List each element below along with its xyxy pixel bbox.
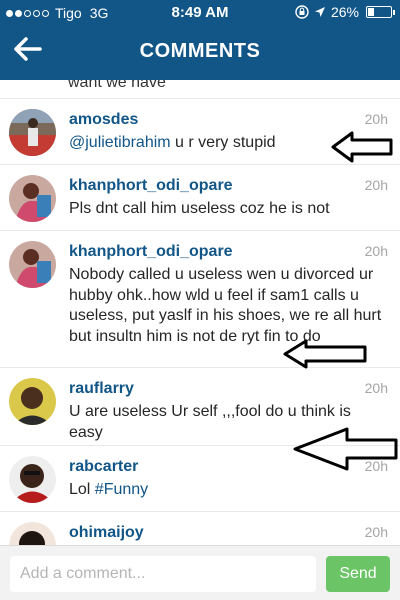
- comment-username[interactable]: rauflarry: [69, 380, 134, 398]
- avatar[interactable]: [9, 175, 56, 222]
- annotation-arrow-icon: [293, 427, 398, 471]
- comment-composer: Send: [0, 545, 400, 600]
- comment-item: khanphort_odi_opare 20h Pls dnt call him…: [0, 164, 400, 230]
- comment-username[interactable]: ohimaijoy: [69, 524, 144, 542]
- comment-username[interactable]: rabcarter: [69, 458, 138, 476]
- comment-input[interactable]: [10, 556, 316, 592]
- annotation-arrow-icon: [283, 339, 367, 369]
- avatar[interactable]: [9, 378, 56, 425]
- avatar[interactable]: [9, 456, 56, 503]
- comment-username[interactable]: amosdes: [69, 111, 138, 129]
- status-right: 26%: [295, 4, 395, 20]
- comment-text: Pls dnt call him useless coz he is not: [69, 200, 330, 217]
- avatar[interactable]: [9, 109, 56, 156]
- avatar[interactable]: [9, 241, 56, 288]
- comment-item: ohimaijoy 20h: [0, 511, 400, 545]
- comment-username[interactable]: khanphort_odi_opare: [69, 177, 233, 195]
- status-bar: Tigo 3G 8:49 AM 26%: [0, 0, 400, 26]
- comment-body: Lol: [69, 481, 95, 498]
- hashtag-link[interactable]: #Funny: [95, 481, 148, 498]
- comment-username[interactable]: khanphort_odi_opare: [69, 243, 233, 261]
- battery-icon: [366, 6, 395, 18]
- page-title: COMMENTS: [139, 40, 261, 62]
- comment-text: Lol #Funny: [69, 480, 387, 501]
- location-arrow-icon: [314, 7, 325, 17]
- comment-time: 20h: [364, 111, 388, 127]
- avatar[interactable]: [9, 522, 56, 545]
- battery-percent: 26%: [330, 4, 359, 20]
- comment-body: u r very stupid: [170, 134, 276, 151]
- comment-time: 20h: [364, 177, 388, 193]
- comment-time: 20h: [364, 380, 388, 396]
- rotation-lock-icon: [295, 5, 309, 19]
- comment-text: Nobody called u useless wen u divorced u…: [69, 266, 382, 345]
- top-bar: Tigo 3G 8:49 AM 26% COMMENTS: [0, 0, 400, 80]
- mention-link[interactable]: @julietibrahim: [69, 134, 171, 151]
- comment-time: 20h: [364, 243, 388, 259]
- partial-comment-text: want we have: [68, 80, 166, 91]
- annotation-arrow-icon: [331, 131, 393, 163]
- send-button[interactable]: Send: [326, 556, 390, 592]
- comment-time: 20h: [364, 524, 388, 540]
